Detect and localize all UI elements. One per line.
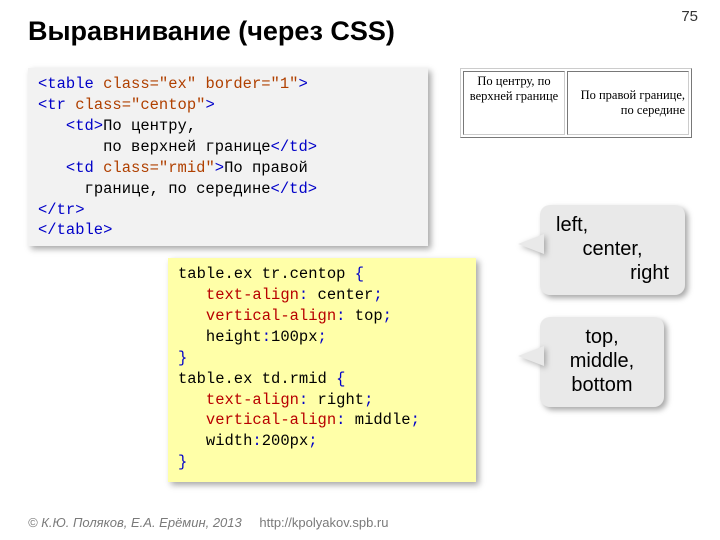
html-code-sample: <table class="ex" border="1"> <tr class=… bbox=[28, 68, 428, 246]
footer: © К.Ю. Поляков, Е.А. Ерёмин, 2013 http:/… bbox=[28, 515, 388, 530]
footer-url: http://kpolyakov.spb.ru bbox=[259, 515, 388, 530]
slide: 75 Выравнивание (через CSS) <table class… bbox=[0, 0, 720, 540]
callout-tail-icon bbox=[518, 346, 544, 366]
callout-vertical-align: top, middle, bottom bbox=[540, 317, 664, 407]
demo-table: По центру, по верхней границе По правой … bbox=[460, 68, 692, 138]
copyright: © К.Ю. Поляков, Е.А. Ерёмин, 2013 bbox=[28, 515, 242, 530]
callout-tail-icon bbox=[518, 234, 544, 254]
callout-text-align: left, center, right bbox=[540, 205, 685, 295]
demo-cell-1: По центру, по верхней границе bbox=[463, 71, 565, 135]
page-number: 75 bbox=[681, 8, 698, 25]
demo-cell-2: По правой границе, по середине bbox=[567, 71, 689, 135]
slide-title: Выравнивание (через CSS) bbox=[28, 16, 692, 47]
css-code-sample: table.ex tr.centop { text-align: center;… bbox=[168, 258, 476, 482]
